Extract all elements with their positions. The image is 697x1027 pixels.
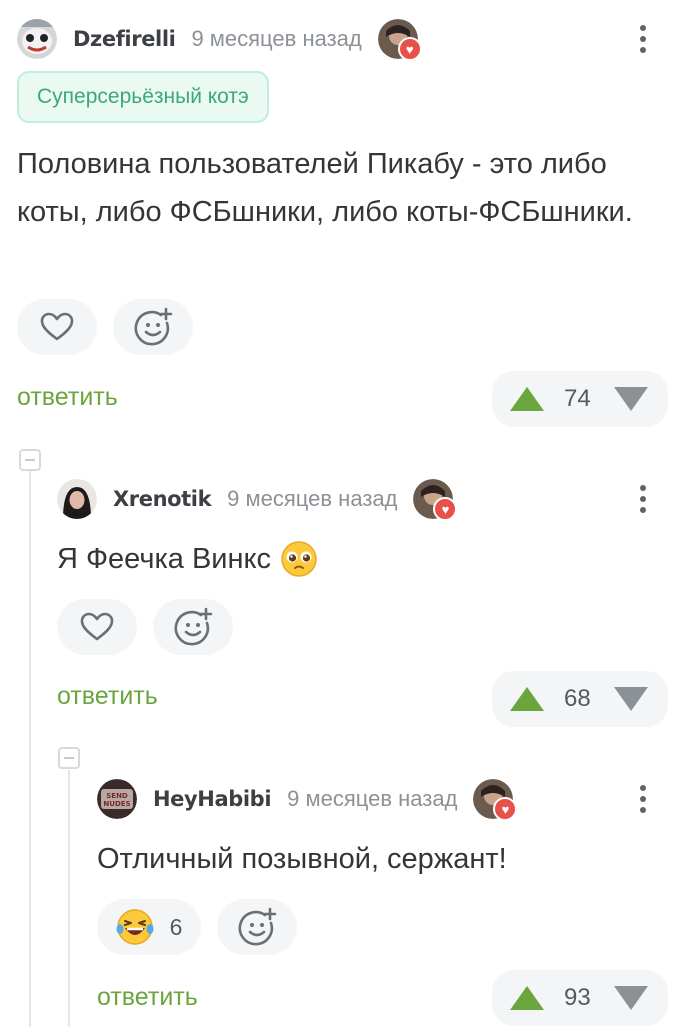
heart-icon [40,312,74,341]
add-emoji-icon [238,907,277,946]
comment-time: 9 месяцев назад [191,26,362,51]
reply-link[interactable]: ответить [17,383,118,412]
add-emoji-icon [134,307,173,346]
upvote-icon[interactable] [510,986,544,1010]
add-reaction-button[interactable] [113,299,193,355]
collapse-icon[interactable] [58,747,80,769]
more-options-icon[interactable] [628,479,658,519]
reply-link[interactable]: ответить [97,983,198,1012]
comment-header: Dzefirelli 9 месяцев назад ♥ [17,19,422,61]
downvote-icon[interactable] [614,687,648,711]
user-badge: Суперсерьёзный котэ [17,71,269,123]
rating-value: 74 [564,385,591,412]
heart-badge-icon: ♥ [493,797,518,821]
thread-line-level-1 [29,470,31,1027]
like-button[interactable] [57,599,137,655]
author-avatar[interactable]: SEND NUDES [97,779,137,819]
comment-time: 9 месяцев назад [227,486,398,511]
comment-header: SEND NUDES HeyHabibi 9 месяцев назад ♥ [97,779,518,821]
comment-text: Я Феечка Винкс [57,535,317,583]
downvote-icon[interactable] [614,387,648,411]
donor-avatar[interactable]: ♥ [413,479,458,521]
comment-text-content: Я Феечка Винкс [57,543,272,575]
comment-time: 9 месяцев назад [287,786,458,811]
downvote-icon[interactable] [614,986,648,1010]
author-avatar[interactable] [57,479,97,519]
reaction-count: 6 [169,913,183,940]
comment-text: Половина пользователей Пикабу - это либо… [17,148,633,228]
donor-avatar[interactable]: ♥ [473,779,518,821]
comment-header: Xrenotik 9 месяцев назад ♥ [57,479,458,521]
more-options-icon[interactable] [628,19,658,59]
more-options-icon[interactable] [628,779,658,819]
donor-avatar[interactable]: ♥ [377,19,422,61]
heart-icon [80,612,114,641]
author-name[interactable]: Dzefirelli [73,27,176,51]
rating-value: 68 [564,685,591,712]
pleading-emoji-icon [281,541,317,577]
rating-control: 93 [492,970,668,1026]
like-button[interactable] [17,299,97,355]
add-reaction-button[interactable] [217,899,297,955]
author-name[interactable]: Xrenotik [113,487,212,511]
rating-control: 68 [492,671,668,727]
author-name[interactable]: HeyHabibi [153,787,272,811]
laughing-emoji-icon [116,909,154,945]
collapse-icon[interactable] [19,449,41,471]
thread-line-level-2 [68,770,70,1027]
upvote-icon[interactable] [510,387,544,411]
rating-control: 74 [492,371,668,427]
comment-text: Отличный позывной, сержант! [97,843,507,875]
reply-link[interactable]: ответить [57,682,158,711]
heart-badge-icon: ♥ [433,497,458,521]
add-emoji-icon [174,607,213,646]
heart-badge-icon: ♥ [397,37,422,61]
add-reaction-button[interactable] [153,599,233,655]
reaction-button[interactable]: 6 [97,899,201,955]
author-avatar[interactable] [17,19,57,59]
rating-value: 93 [564,984,591,1011]
svg-text:NUDES: NUDES [103,800,130,808]
upvote-icon[interactable] [510,687,544,711]
svg-text:SEND: SEND [106,792,128,800]
